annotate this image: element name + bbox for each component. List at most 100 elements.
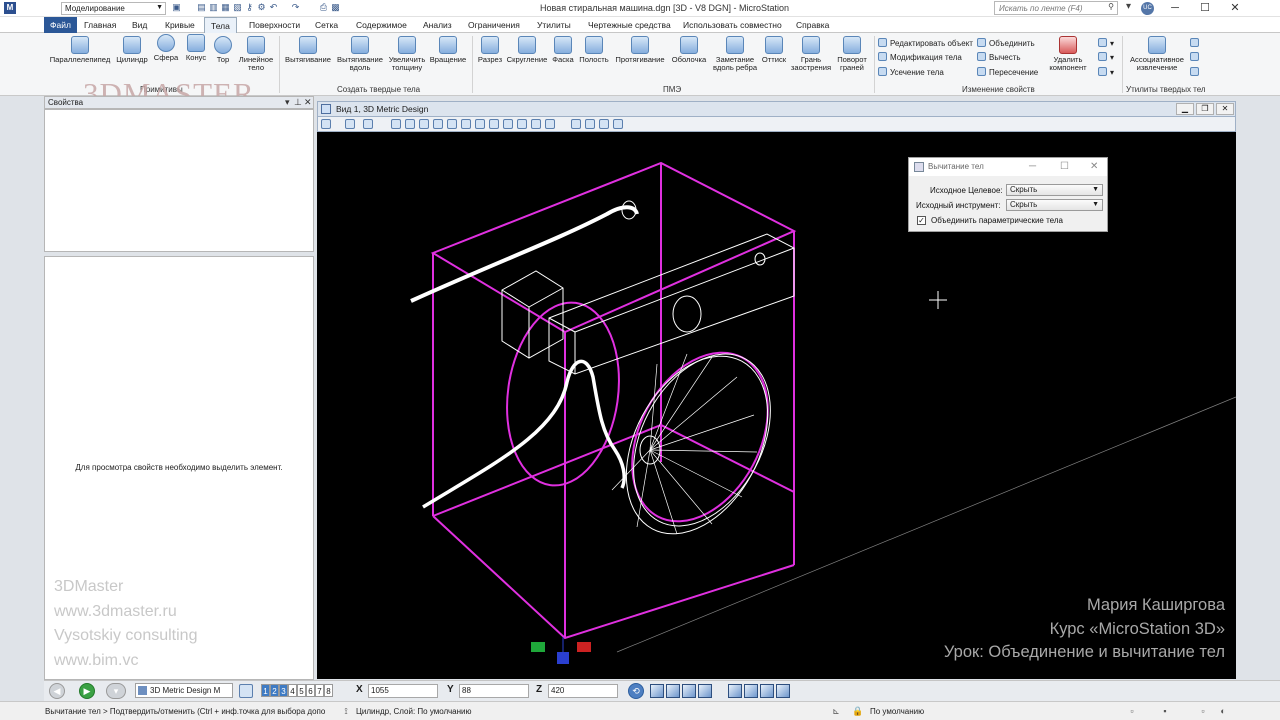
view-rotation-icon[interactable]: [571, 119, 581, 129]
truncate-solid-button[interactable]: Усечение тела: [878, 67, 944, 77]
utility-tool-1[interactable]: [1190, 38, 1202, 48]
spin-faces-button[interactable]: Поворот граней: [833, 36, 871, 72]
dialog-close-icon[interactable]: ✕: [1090, 158, 1098, 176]
sphere-button[interactable]: Сфера: [152, 34, 180, 62]
thicken-button[interactable]: Увеличить толщину: [386, 36, 428, 72]
view-number-5[interactable]: 5: [297, 684, 306, 697]
tab-view[interactable]: Вид: [126, 17, 153, 33]
fly-icon[interactable]: [599, 119, 609, 129]
view-dimetric-icon[interactable]: [776, 684, 790, 698]
tab-content[interactable]: Содержимое: [350, 17, 413, 33]
cone-button[interactable]: Конус: [182, 34, 210, 62]
cut-button[interactable]: Разрез: [476, 36, 504, 64]
dropdown-tool-1[interactable]: ▾: [1098, 38, 1114, 48]
view-attributes-icon[interactable]: [321, 119, 331, 129]
tab-constraints[interactable]: Ограничения: [462, 17, 526, 33]
chamfer-button[interactable]: Фаска: [550, 36, 576, 64]
extrude-button[interactable]: Вытягивание: [283, 36, 333, 64]
revolve-button[interactable]: Вращение: [428, 36, 468, 64]
save-icon[interactable]: ▦: [220, 2, 231, 13]
active-level[interactable]: По умолчанию: [870, 707, 924, 716]
forward-icon[interactable]: ▶: [79, 683, 95, 699]
lock-icon[interactable]: 🔒: [852, 706, 863, 716]
view-bottom-icon[interactable]: [728, 684, 742, 698]
window-area-icon[interactable]: [433, 119, 443, 129]
microstation-logo-icon[interactable]: M: [4, 2, 16, 14]
user-avatar[interactable]: UC: [1141, 2, 1154, 15]
view-right-icon[interactable]: [682, 684, 696, 698]
minimize-window-icon[interactable]: ─: [1160, 0, 1190, 17]
subtract-button[interactable]: Вычесть: [977, 52, 1021, 62]
update-view-icon[interactable]: [391, 119, 401, 129]
maximize-window-icon[interactable]: ☐: [1190, 0, 1220, 17]
help-dropdown-icon[interactable]: ▾: [1126, 1, 1131, 12]
view-close-icon[interactable]: ✕: [1216, 103, 1234, 115]
utility-tool-2[interactable]: [1190, 52, 1202, 62]
workflow-select[interactable]: Моделирование ▼: [61, 2, 166, 15]
view-top-icon[interactable]: [650, 684, 664, 698]
z-coordinate-input[interactable]: 420: [548, 684, 618, 698]
quick-access-icon[interactable]: ▩: [330, 2, 341, 13]
zoom-out-icon[interactable]: [419, 119, 429, 129]
shell-button[interactable]: Оболочка: [668, 36, 710, 64]
message-center-icon[interactable]: ⟟: [341, 706, 351, 716]
undo-icon[interactable]: ↶: [268, 2, 279, 13]
sweep-button[interactable]: Протягивание: [612, 36, 668, 64]
settings-icon[interactable]: ⚙: [256, 2, 267, 13]
render-icon[interactable]: [613, 119, 623, 129]
fillet-button[interactable]: Скругление: [505, 36, 549, 64]
ribbon-search-input[interactable]: Искать по ленте (F4) ⚲: [994, 1, 1118, 15]
associative-extract-button[interactable]: Ассоциативное извлечение: [1126, 36, 1188, 72]
delete-component-button[interactable]: Удалить компонент: [1042, 36, 1094, 72]
copy-view-icon[interactable]: [517, 119, 527, 129]
dialog-title-bar[interactable]: Вычитание тел ─ ☐ ✕: [909, 158, 1107, 176]
key-icon[interactable]: ⚷: [244, 2, 255, 13]
dialog-minimize-icon[interactable]: ─: [1029, 158, 1036, 176]
tab-solids[interactable]: Тела: [204, 17, 237, 33]
taper-face-button[interactable]: Грань заострения: [789, 36, 833, 72]
y-coordinate-input[interactable]: 88: [459, 684, 529, 698]
view-number-2[interactable]: 2: [270, 684, 279, 697]
camera-icon[interactable]: [531, 119, 541, 129]
close-window-icon[interactable]: ✕: [1220, 0, 1250, 17]
tab-curves[interactable]: Кривые: [159, 17, 201, 33]
tab-home[interactable]: Главная: [78, 17, 122, 33]
status-icon[interactable]: ▫: [1198, 706, 1208, 716]
edit-object-button[interactable]: Редактировать объект: [878, 38, 973, 48]
status-icon[interactable]: ▪: [1160, 706, 1170, 716]
properties-selection-list[interactable]: [44, 109, 314, 252]
sweep-edge-button[interactable]: Заметание вдоль ребра: [710, 36, 760, 72]
modify-solid-button[interactable]: Модификация тела: [878, 52, 962, 62]
new-file-icon[interactable]: ▤: [196, 2, 207, 13]
union-button[interactable]: Объединить: [977, 38, 1035, 48]
torus-button[interactable]: Тор: [212, 36, 234, 64]
tool-select[interactable]: Скрыть ▼: [1006, 199, 1103, 211]
save-settings-icon[interactable]: ▧: [232, 2, 243, 13]
dropdown-tool-2[interactable]: ▾: [1098, 52, 1114, 62]
walk-icon[interactable]: [585, 119, 595, 129]
extrude-along-button[interactable]: Вытягивание вдоль: [335, 36, 385, 72]
tab-mesh[interactable]: Сетка: [309, 17, 344, 33]
snap-icon[interactable]: ⊾: [831, 706, 841, 716]
status-icon[interactable]: ▫: [1127, 706, 1137, 716]
tab-utilities[interactable]: Утилиты: [531, 17, 577, 33]
accudraw-icon[interactable]: ⟲: [628, 683, 644, 699]
view-restore-icon[interactable]: ❐: [1196, 103, 1214, 115]
light-icon[interactable]: [363, 119, 373, 129]
view-group-select[interactable]: 3D Metric Design M: [135, 683, 233, 698]
target-select[interactable]: Скрыть ▼: [1006, 184, 1103, 196]
linear-solid-button[interactable]: Линейное тело: [236, 36, 276, 72]
tab-drawing[interactable]: Чертежные средства: [582, 17, 677, 33]
view-next-icon[interactable]: [503, 119, 513, 129]
open-file-icon[interactable]: ▥: [208, 2, 219, 13]
view-number-8[interactable]: 8: [324, 684, 333, 697]
view-windows-icon[interactable]: [239, 684, 253, 698]
view-back-icon[interactable]: [744, 684, 758, 698]
hole-button[interactable]: Полость: [577, 36, 611, 64]
tab-help[interactable]: Справка: [790, 17, 835, 33]
clip-volume-icon[interactable]: [545, 119, 555, 129]
view-icon[interactable]: ▣: [171, 2, 182, 13]
box-button[interactable]: Параллелепипед: [48, 36, 112, 64]
fit-view-icon[interactable]: [447, 119, 457, 129]
utility-tool-3[interactable]: [1190, 67, 1202, 77]
